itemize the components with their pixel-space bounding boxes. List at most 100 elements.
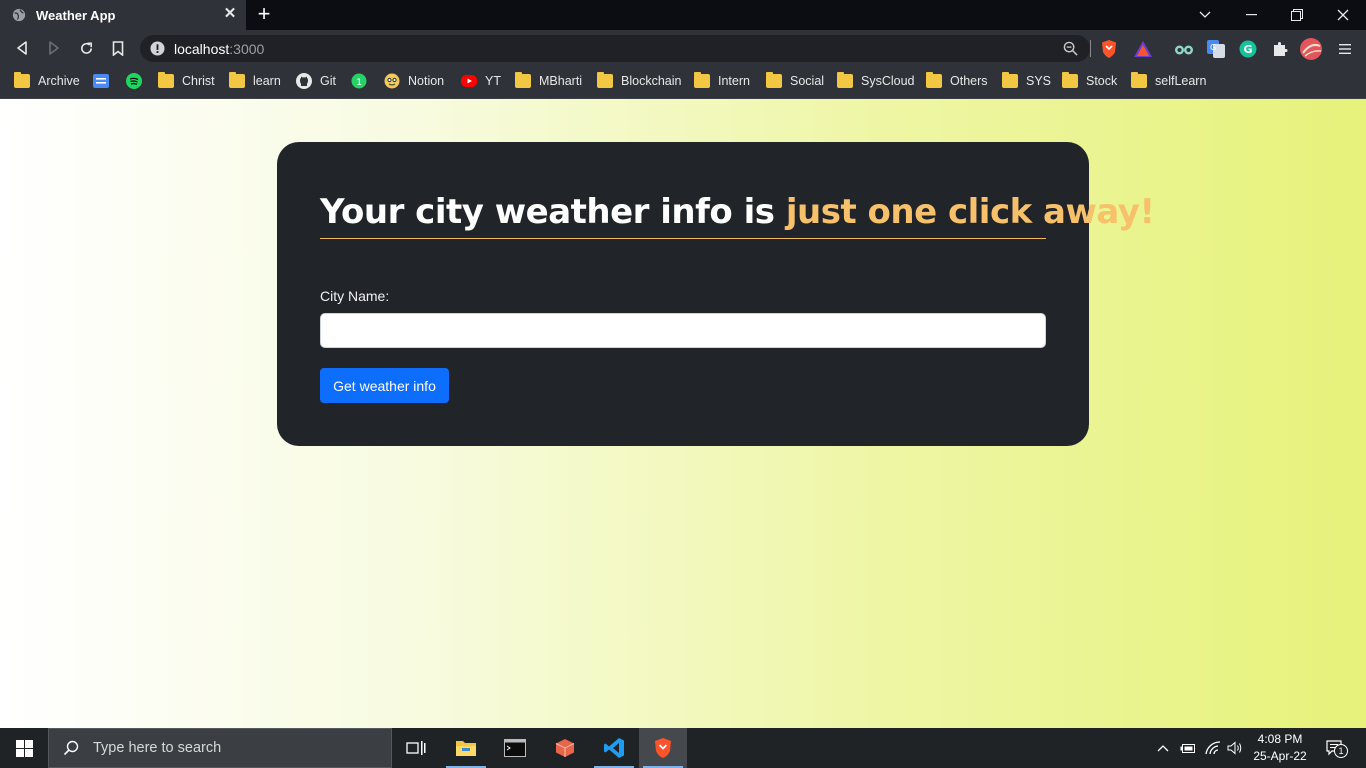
svg-text:G: G	[1210, 43, 1216, 52]
city-name-input[interactable]	[320, 313, 1046, 348]
folder-icon	[694, 72, 710, 88]
profile-avatar[interactable]	[1300, 38, 1322, 60]
terminal-icon	[504, 739, 526, 757]
folder-icon	[837, 72, 853, 88]
forward-icon[interactable]	[44, 38, 64, 58]
svg-text:1: 1	[356, 78, 362, 88]
heading-highlight-text: just one click away!	[785, 192, 1155, 232]
spotify-icon	[126, 73, 142, 89]
bookmark-label: SYS	[1026, 74, 1052, 88]
folder-icon	[14, 72, 30, 88]
restore-button[interactable]	[1274, 0, 1320, 30]
search-placeholder: Type here to search	[93, 740, 222, 756]
bookmark-archive[interactable]: Archive	[14, 72, 80, 90]
brave-browser-icon	[655, 738, 671, 758]
brave-shields-icon[interactable]	[1098, 38, 1120, 60]
google-translate-icon[interactable]: G	[1205, 38, 1227, 60]
notion-icon	[384, 73, 400, 89]
task-view-icon	[406, 741, 426, 755]
bookmark-label: Christ	[182, 74, 215, 88]
tab-weather-app[interactable]: Weather App ✕	[0, 0, 246, 30]
bookmark-label: Git	[320, 74, 336, 88]
windows-taskbar: Type here to search 4:08 PM 25-Apr-22 1	[0, 728, 1366, 768]
bookmark-blockchain[interactable]: Blockchain	[597, 72, 681, 90]
heading-main-text: Your city weather info is	[320, 192, 786, 232]
bookmark-icon[interactable]	[108, 38, 128, 58]
city-name-label: City Name:	[320, 288, 390, 304]
folder-icon	[597, 72, 613, 88]
globe-icon	[12, 8, 26, 22]
folder-icon	[1002, 72, 1018, 88]
bookmark-label: Social	[790, 74, 825, 88]
bookmark-intern[interactable]: Intern	[694, 72, 750, 90]
bookmark-christ[interactable]: Christ	[158, 72, 215, 90]
show-hidden-icons-chevron-icon[interactable]	[1155, 740, 1171, 756]
tab-close-icon[interactable]: ✕	[222, 6, 238, 22]
menu-icon[interactable]	[1334, 38, 1356, 60]
reload-icon[interactable]	[76, 38, 96, 58]
taskbar-vscode[interactable]	[590, 728, 638, 768]
battery-icon[interactable]	[1179, 740, 1197, 756]
extension-glasses-icon[interactable]	[1173, 38, 1195, 60]
bookmark-label: MBharti	[539, 74, 583, 88]
bookmark-label: SysCloud	[861, 74, 915, 88]
tab-strip: Weather App ✕ +	[0, 0, 1366, 30]
bookmark-stock[interactable]: Stock	[1062, 72, 1117, 90]
notification-count-badge: 1	[1334, 744, 1348, 758]
file-explorer-icon	[456, 741, 476, 756]
bookmark-label: Stock	[1086, 74, 1118, 88]
vscode-icon	[604, 738, 624, 758]
page-title: Your city weather info is just one click…	[320, 192, 1155, 239]
bookmark-label: Intern	[718, 74, 750, 88]
task-view-button[interactable]	[392, 728, 440, 768]
bookmark-label: Others	[950, 74, 988, 88]
folder-icon	[766, 72, 782, 88]
volume-icon[interactable]	[1226, 740, 1244, 756]
minimize-button[interactable]	[1228, 0, 1274, 30]
svg-text:G: G	[1244, 43, 1253, 56]
youtube-icon	[461, 75, 477, 87]
grammarly-icon[interactable]: G	[1237, 38, 1259, 60]
extensions-puzzle-icon[interactable]	[1269, 38, 1291, 60]
site-info-icon[interactable]	[150, 41, 165, 56]
bookmark-youtube[interactable]: YT	[461, 72, 501, 90]
bookmark-label: selfLearn	[1155, 74, 1207, 88]
tab-search-chevron-icon[interactable]	[1182, 0, 1228, 30]
bookmark-label: Notion	[408, 74, 445, 88]
bookmark-social[interactable]: Social	[766, 72, 824, 90]
back-icon[interactable]	[12, 38, 32, 58]
bookmark-syscloud[interactable]: SysCloud	[837, 72, 915, 90]
github-icon	[296, 73, 312, 89]
bookmark-learn[interactable]: learn	[229, 72, 281, 90]
bookmark-git[interactable]: Git	[296, 72, 336, 90]
folder-icon	[1062, 72, 1078, 88]
bookmark-others[interactable]: Others	[926, 72, 988, 90]
address-bar[interactable]: localhost:3000	[140, 35, 1091, 62]
get-weather-button[interactable]: Get weather info	[320, 368, 449, 403]
taskbar-terminal[interactable]	[491, 728, 539, 768]
bookmark-mbharti[interactable]: MBharti	[515, 72, 582, 90]
page-viewport: Your city weather info is just one click…	[0, 99, 1366, 728]
bookmark-label: YT	[485, 74, 501, 88]
search-icon	[63, 740, 79, 756]
taskbar-brave-browser[interactable]	[639, 728, 687, 768]
bookmark-notion[interactable]: Notion	[384, 72, 444, 90]
bookmark-label: Blockchain	[621, 74, 682, 88]
taskbar-clock[interactable]: 4:08 PM 25-Apr-22	[1246, 731, 1314, 765]
bookmark-google-forms[interactable]	[93, 72, 117, 90]
bookmark-sys[interactable]: SYS	[1002, 72, 1051, 90]
action-center-button[interactable]: 1	[1322, 740, 1348, 758]
windows-start-button[interactable]	[0, 728, 48, 768]
wifi-icon[interactable]	[1204, 740, 1222, 756]
bookmark-spotify[interactable]	[126, 72, 150, 90]
taskbar-file-explorer[interactable]	[442, 728, 490, 768]
new-tab-button[interactable]: +	[253, 3, 275, 26]
bookmark-selflearn[interactable]: selfLearn	[1131, 72, 1206, 90]
package-box-icon	[555, 739, 575, 757]
brave-rewards-icon[interactable]	[1132, 38, 1154, 60]
zoom-icon[interactable]	[1063, 41, 1078, 56]
taskbar-search-box[interactable]: Type here to search	[48, 728, 392, 768]
close-window-button[interactable]	[1320, 0, 1366, 30]
bookmark-whatsapp[interactable]: 1	[351, 72, 375, 90]
taskbar-package-app[interactable]	[541, 728, 589, 768]
